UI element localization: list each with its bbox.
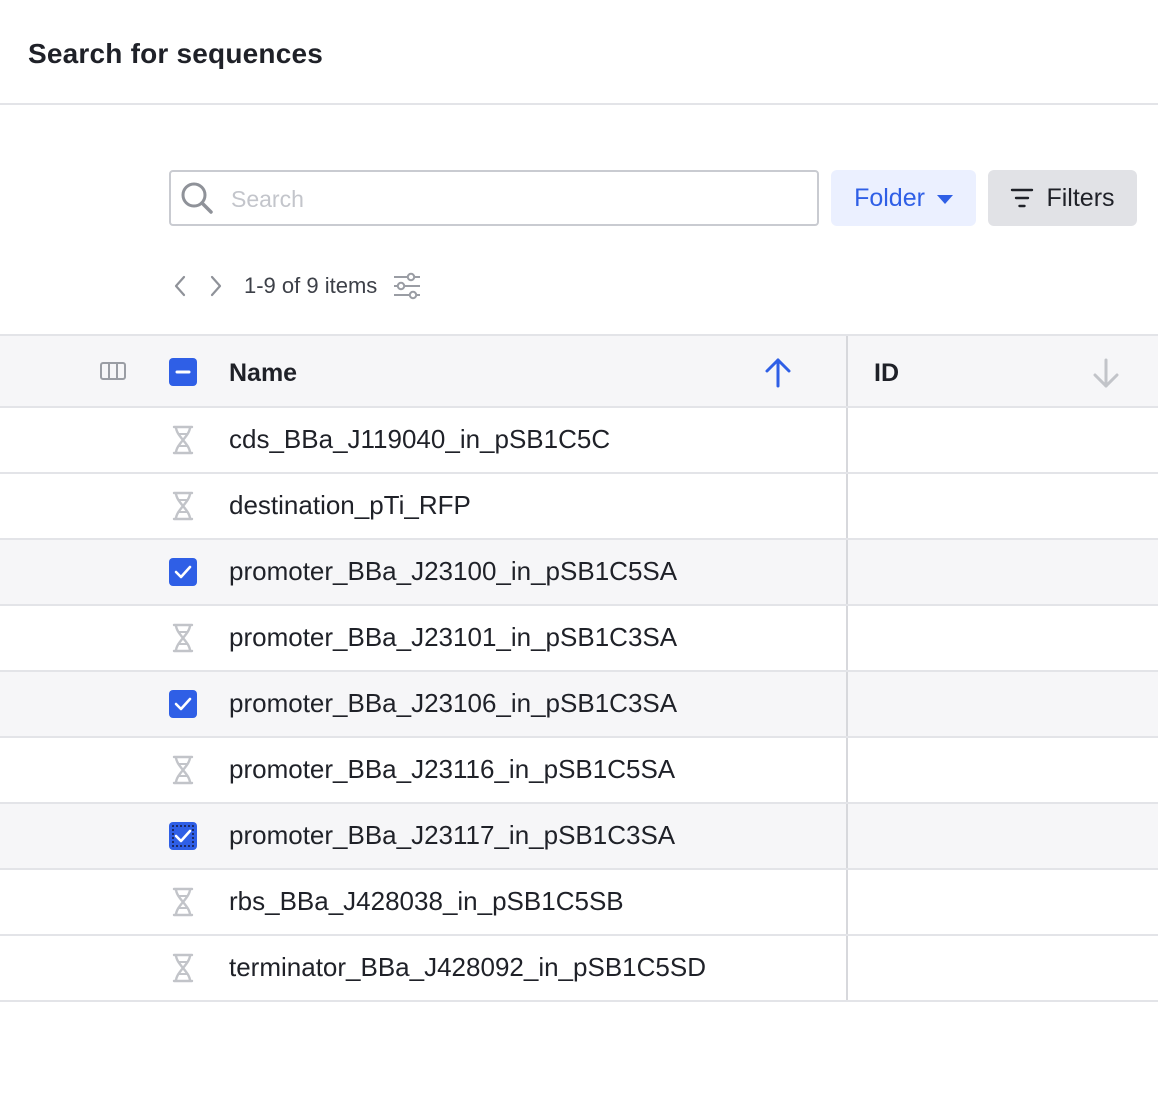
table-row[interactable]: promoter_BBa_J23101_in_pSB1C3SA — [0, 606, 1158, 672]
arrow-down-icon[interactable] — [1090, 356, 1122, 390]
dna-icon[interactable] — [170, 424, 196, 456]
item-count: 1-9 of 9 items — [244, 273, 378, 298]
column-divider — [846, 936, 848, 1000]
column-divider — [846, 540, 848, 604]
sliders-icon[interactable] — [391, 270, 423, 302]
dna-icon[interactable] — [170, 490, 196, 522]
column-divider — [846, 606, 848, 670]
dna-icon[interactable] — [170, 754, 196, 786]
dna-icon[interactable] — [170, 886, 196, 918]
sequence-name-cell[interactable]: promoter_BBa_J23100_in_pSB1C5SA — [229, 556, 677, 587]
minus-icon — [175, 370, 191, 374]
column-divider — [846, 738, 848, 802]
filters-button[interactable]: Filters — [988, 170, 1137, 226]
dna-icon[interactable] — [170, 622, 196, 654]
search-input[interactable] — [231, 182, 801, 216]
column-divider — [846, 474, 848, 538]
sequence-name-cell[interactable]: terminator_BBa_J428092_in_pSB1C5SD — [229, 952, 706, 983]
sequence-name-cell[interactable]: promoter_BBa_J23116_in_pSB1C5SA — [229, 754, 675, 785]
arrow-up-icon[interactable] — [762, 356, 794, 390]
sequence-name-cell[interactable]: promoter_BBa_J23106_in_pSB1C3SA — [229, 688, 677, 719]
row-checkbox[interactable] — [169, 690, 197, 718]
checkmark-icon — [174, 829, 192, 843]
columns-icon[interactable] — [100, 362, 126, 380]
next-page-button[interactable] — [198, 266, 234, 306]
prev-page-button[interactable] — [162, 266, 198, 306]
filters-button-label: Filters — [1046, 183, 1115, 212]
page-header: Search for sequences — [0, 0, 1158, 105]
checkmark-icon — [174, 697, 192, 711]
table-row[interactable]: rbs_BBa_J428038_in_pSB1C5SB — [0, 870, 1158, 936]
column-divider — [846, 408, 848, 472]
sequence-name-cell[interactable]: promoter_BBa_J23117_in_pSB1C3SA — [229, 820, 675, 851]
pagination-bar: 1-9 of 9 items — [162, 266, 423, 306]
sequence-name-cell[interactable]: promoter_BBa_J23101_in_pSB1C3SA — [229, 622, 677, 653]
search-icon — [181, 182, 213, 214]
table-header-row: Name ID — [0, 334, 1158, 408]
table-row[interactable]: promoter_BBa_J23117_in_pSB1C3SA — [0, 804, 1158, 870]
table-row[interactable]: promoter_BBa_J23106_in_pSB1C3SA — [0, 672, 1158, 738]
column-divider — [846, 804, 848, 868]
table-body: cds_BBa_J119040_in_pSB1C5C destination_pT… — [0, 408, 1158, 1002]
sequence-name-cell[interactable]: destination_pTi_RFP — [229, 490, 471, 521]
table-row[interactable]: promoter_BBa_J23100_in_pSB1C5SA — [0, 540, 1158, 606]
chevron-right-icon — [210, 275, 222, 297]
row-checkbox[interactable] — [169, 822, 197, 850]
row-checkbox[interactable] — [169, 558, 197, 586]
page-title: Search for sequences — [28, 38, 324, 69]
caret-down-icon — [936, 194, 953, 204]
dna-icon[interactable] — [170, 952, 196, 984]
sequence-name-cell[interactable]: rbs_BBa_J428038_in_pSB1C5SB — [229, 886, 624, 917]
column-header-id[interactable]: ID — [874, 359, 899, 388]
column-divider — [846, 870, 848, 934]
select-all-checkbox[interactable] — [169, 358, 197, 386]
folder-dropdown-button[interactable]: Folder — [831, 170, 976, 226]
table-row[interactable]: promoter_BBa_J23116_in_pSB1C5SA — [0, 738, 1158, 804]
column-divider — [846, 672, 848, 736]
table-row[interactable]: terminator_BBa_J428092_in_pSB1C5SD — [0, 936, 1158, 1002]
search-field[interactable] — [169, 170, 819, 226]
sequence-name-cell[interactable]: cds_BBa_J119040_in_pSB1C5C — [229, 424, 610, 455]
folder-button-label: Folder — [854, 183, 925, 212]
filter-lines-icon — [1011, 188, 1034, 208]
column-header-name[interactable]: Name — [229, 359, 297, 388]
sequence-table: Name ID cds_BBa_J119040_in_pSB1C5Cdestin… — [0, 334, 1158, 1002]
checkmark-icon — [174, 565, 192, 579]
table-row[interactable]: cds_BBa_J119040_in_pSB1C5C — [0, 408, 1158, 474]
chevron-left-icon — [174, 275, 186, 297]
table-row[interactable]: destination_pTi_RFP — [0, 474, 1158, 540]
column-divider[interactable] — [846, 336, 848, 406]
